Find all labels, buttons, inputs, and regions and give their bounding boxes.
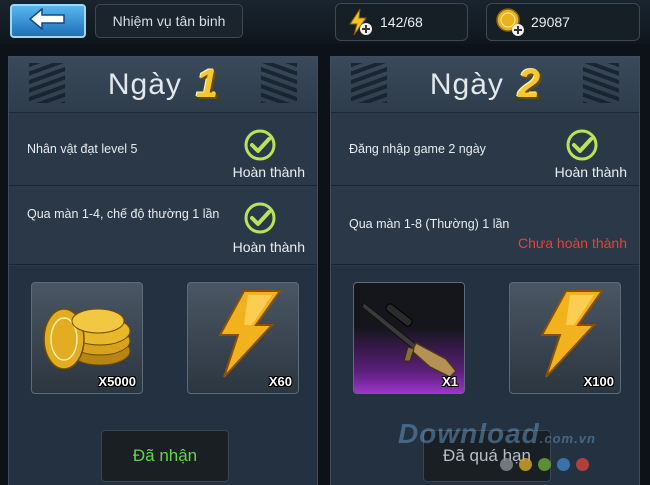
gold-value: 29087 [531, 14, 570, 30]
energy-value: 142/68 [380, 14, 423, 30]
task-description: Nhân vật đạt level 5 [27, 142, 138, 156]
watermark-dots [500, 458, 589, 471]
sniper-rifle-icon [361, 302, 458, 378]
gold-counter[interactable]: 29087 [486, 3, 640, 41]
task-status: Hoàn thành [554, 164, 627, 180]
day-label: Ngày [429, 67, 504, 101]
check-circle-icon [243, 201, 277, 235]
decorative-dot [500, 458, 513, 471]
gold-coin-plus-icon [495, 7, 525, 37]
task-description: Qua màn 1-4, chế độ thường 1 lần [27, 207, 220, 221]
top-bar: Nhiệm vụ tân binh 142/68 29087 [0, 0, 650, 44]
day-number: 1 [195, 62, 219, 106]
rewards-section: X1 X100 Đã quá hạn [331, 266, 639, 485]
task-row: Qua màn 1-8 (Thường) 1 lần Chưa hoàn thà… [331, 187, 639, 265]
decorative-dot [538, 458, 551, 471]
task-description: Đăng nhập game 2 ngày [349, 142, 486, 156]
gold-coins-icon [43, 308, 131, 370]
day-1-panel: Ngày 1 Nhân vật đạt level 5 Hoàn thành Q… [8, 56, 318, 485]
task-description: Qua màn 1-8 (Thường) 1 lần [349, 217, 510, 231]
arrow-left-icon [28, 6, 68, 35]
energy-counter[interactable]: 142/68 [335, 3, 468, 41]
day-1-header: Ngày 1 [9, 57, 317, 113]
task-row: Nhân vật đạt level 5 Hoàn thành [9, 114, 317, 186]
reward-quantity: X60 [268, 374, 292, 389]
screen-title: Nhiệm vụ tân binh [95, 4, 243, 38]
received-button[interactable]: Đã nhận [101, 430, 229, 482]
header-decoration [583, 63, 619, 103]
reward-item-gold[interactable]: X5000 [31, 282, 143, 394]
reward-quantity: X5000 [98, 374, 136, 389]
reward-item-energy[interactable]: X60 [187, 282, 299, 394]
decorative-dot [519, 458, 532, 471]
decorative-dot [576, 458, 589, 471]
day-2-header: Ngày 2 [331, 57, 639, 113]
reward-quantity: X100 [583, 374, 614, 389]
check-circle-icon [243, 128, 277, 162]
header-decoration [351, 63, 387, 103]
back-button[interactable] [10, 4, 86, 38]
check-circle-icon [565, 128, 599, 162]
task-status: Hoàn thành [232, 239, 305, 255]
rewards-section: X5000 X60 Đã nhận [9, 266, 317, 485]
day-label: Ngày [107, 67, 182, 101]
lightning-plus-icon [344, 7, 374, 37]
day-number: 2 [517, 62, 541, 106]
task-status: Chưa hoàn thành [517, 235, 627, 251]
watermark-logo: Download.com.vn [398, 418, 596, 450]
header-decoration [261, 63, 297, 103]
watermark-suffix: .com.vn [539, 431, 596, 446]
reward-item-energy[interactable]: X100 [509, 282, 621, 394]
task-status: Hoàn thành [232, 164, 305, 180]
decorative-dot [557, 458, 570, 471]
reward-quantity: X1 [442, 374, 458, 389]
lightning-energy-icon [540, 290, 604, 378]
header-decoration [29, 63, 65, 103]
lightning-energy-icon [218, 290, 282, 378]
watermark-text: Download [398, 418, 540, 449]
task-row: Qua màn 1-4, chế độ thường 1 lần Hoàn th… [9, 187, 317, 265]
task-row: Đăng nhập game 2 ngày Hoàn thành [331, 114, 639, 186]
reward-item-rifle[interactable]: X1 [353, 282, 465, 394]
